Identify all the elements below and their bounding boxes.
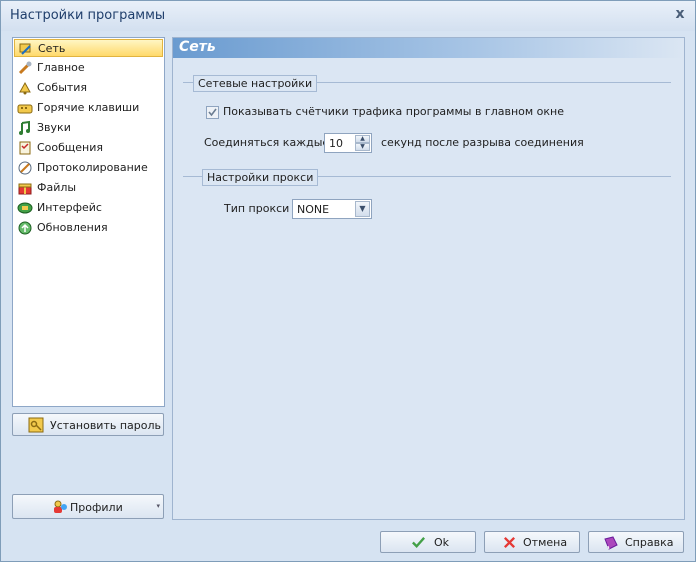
network-settings-panel: Сеть Сетевые настройки Показывать счётчи… (172, 37, 685, 520)
message-icon (19, 141, 31, 155)
help-button[interactable]: Справка (588, 531, 684, 553)
cancel-label: Отмена (523, 536, 568, 549)
network-icon (19, 43, 31, 55)
music-note-icon (19, 120, 30, 135)
reconnect-seconds-value: 10 (329, 137, 343, 150)
settings-dialog: Настройки программы x Сеть Главное Событ… (0, 0, 696, 562)
stepper-up-icon[interactable]: ▲ (355, 135, 370, 143)
ok-button[interactable]: Ok (380, 531, 476, 553)
nav-item-label: Обновления (37, 221, 108, 234)
stepper-buttons: ▲ ▼ (355, 135, 370, 151)
profiles-icon (54, 500, 67, 513)
nav-item-events[interactable]: События (14, 79, 163, 97)
chevron-down-icon: ▾ (156, 502, 160, 510)
nav-item-interface[interactable]: Интерфейс (14, 199, 163, 217)
nav-item-files[interactable]: Файлы (14, 179, 163, 197)
nav-item-updates[interactable]: Обновления (14, 219, 163, 237)
stepper-down-icon[interactable]: ▼ (355, 143, 370, 151)
nav-item-hotkeys[interactable]: Горячие клавиши (14, 99, 163, 117)
nav-item-logging[interactable]: Протоколирование (14, 159, 163, 177)
proxy-type-value: NONE (297, 203, 330, 216)
nav-item-label: События (37, 81, 88, 94)
nav-item-label: Горячие клавиши (37, 101, 140, 114)
nav-item-sounds[interactable]: Звуки (14, 119, 163, 137)
checkmark-icon (412, 537, 426, 548)
show-traffic-counters-checkbox[interactable] (206, 106, 219, 119)
profiles-label: Профили (70, 501, 123, 514)
close-icon[interactable]: x (673, 7, 687, 21)
nav-item-label: Интерфейс (37, 201, 102, 214)
panel-header: Сеть (173, 38, 684, 58)
network-group-label: Сетевые настройки (193, 75, 318, 92)
nav-item-label: Сеть (38, 42, 66, 55)
gift-file-icon (18, 183, 32, 195)
set-password-label: Установить пароль (50, 419, 161, 432)
help-label: Справка (625, 536, 674, 549)
keyboard-icon (17, 104, 33, 114)
update-icon (18, 221, 32, 235)
nav-item-label: Звуки (37, 121, 71, 134)
nav-item-messages[interactable]: Сообщения (14, 139, 163, 157)
title-bar: Настройки программы x (1, 1, 695, 31)
nav-item-label: Сообщения (37, 141, 104, 154)
nav-item-label: Главное (37, 61, 85, 74)
panel-title: Сеть (179, 39, 216, 55)
interface-icon (17, 202, 33, 214)
settings-nav-list: Сеть Главное События Горячие клавиши Зву… (12, 37, 165, 407)
nav-item-network[interactable]: Сеть (14, 39, 163, 57)
nav-item-label: Протоколирование (37, 161, 148, 174)
proxy-group-label: Настройки прокси (202, 169, 319, 186)
cancel-button[interactable]: Отмена (484, 531, 580, 553)
checkmark-icon (208, 108, 217, 117)
chevron-down-icon[interactable]: ▼ (355, 201, 370, 217)
proxy-type-select[interactable]: NONE ▼ (292, 199, 372, 219)
reconnect-suffix-label: секунд после разрыва соединения (381, 136, 584, 149)
show-traffic-counters-label: Показывать счётчики трафика программы в … (223, 105, 565, 118)
window-title: Настройки программы (10, 8, 166, 23)
log-pen-icon (18, 161, 32, 175)
ok-label: Ok (434, 536, 450, 549)
close-icon (503, 536, 516, 549)
set-password-button[interactable]: Установить пароль (12, 413, 164, 436)
key-icon (28, 417, 44, 433)
nav-item-general[interactable]: Главное (14, 59, 163, 77)
profiles-button[interactable]: Профили ▾ (12, 494, 164, 519)
reconnect-prefix-label: Соединяться каждые (204, 136, 330, 149)
bell-icon (19, 81, 31, 95)
wrench-icon (18, 61, 32, 75)
book-icon (604, 536, 618, 550)
proxy-type-label: Тип прокси (224, 202, 290, 215)
reconnect-seconds-stepper[interactable]: 10 ▲ ▼ (324, 133, 372, 153)
nav-item-label: Файлы (37, 181, 77, 194)
